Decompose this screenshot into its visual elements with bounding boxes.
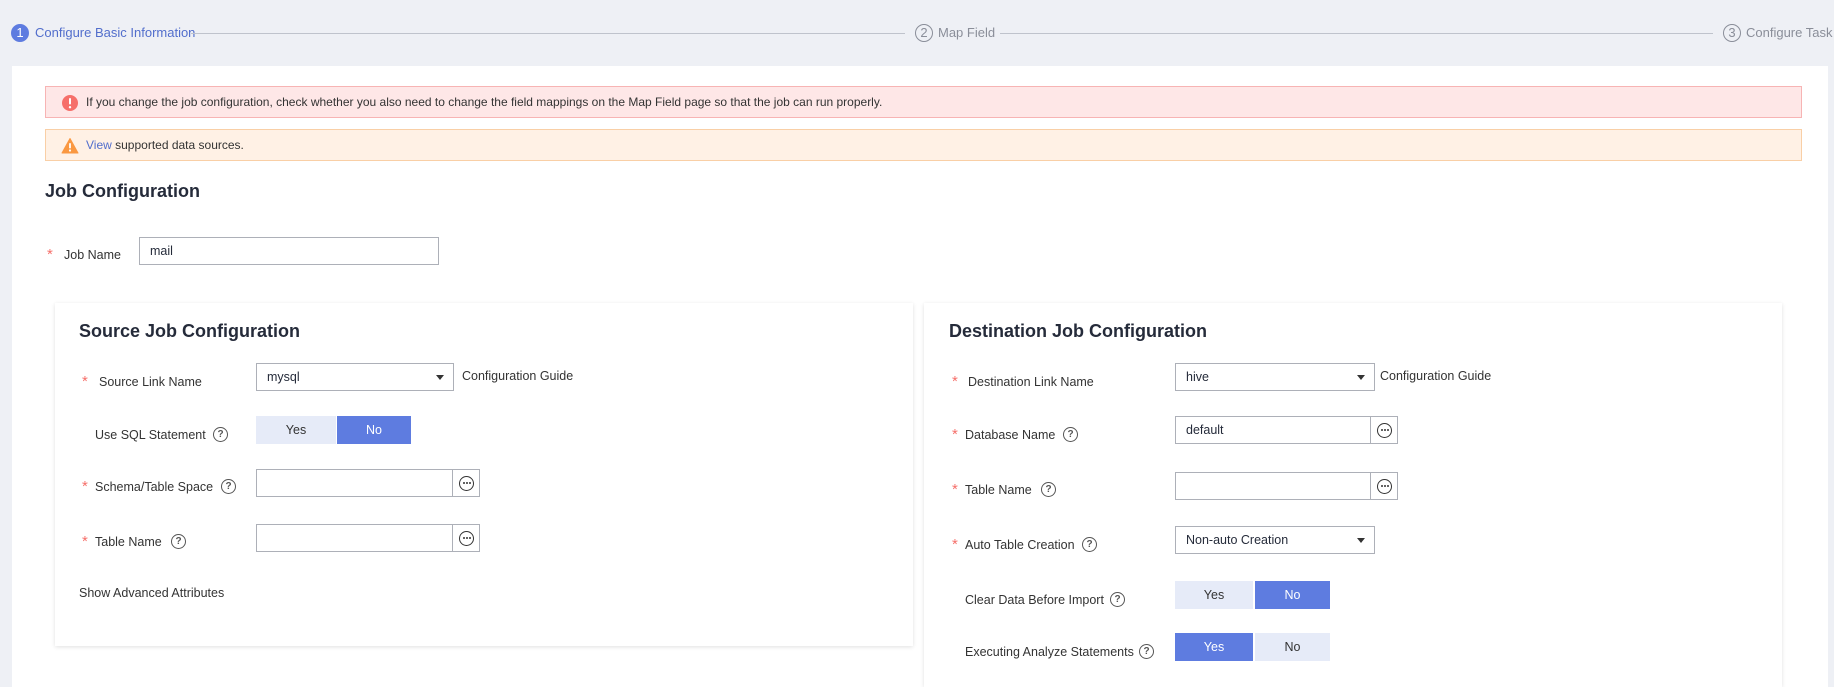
source-link-name-label: Source Link Name: [99, 375, 202, 389]
database-name-label: Database Name: [965, 428, 1056, 442]
source-link-name-value: mysql: [267, 370, 300, 384]
job-configuration-title: Job Configuration: [45, 181, 200, 201]
analyze-yes-button[interactable]: Yes: [1175, 633, 1253, 661]
help-circle-icon[interactable]: ?: [1082, 537, 1097, 552]
required-mark: *: [82, 478, 88, 495]
clear-data-yes-button[interactable]: Yes: [1175, 581, 1253, 609]
auto-table-creation-label: Auto Table Creation: [965, 538, 1075, 552]
chevron-down-icon: [1357, 538, 1365, 543]
database-name-input[interactable]: default: [1175, 416, 1371, 444]
required-mark: *: [952, 426, 958, 443]
destination-link-name-label: Destination Link Name: [968, 375, 1094, 389]
clear-data-before-import-label: Clear Data Before Import: [965, 593, 1104, 607]
destination-table-name-label: Table Name: [965, 483, 1032, 497]
source-table-select-button[interactable]: [453, 524, 480, 552]
source-link-name-select[interactable]: mysql: [256, 363, 454, 391]
destination-link-name-value: hive: [1186, 370, 1209, 384]
source-table-name-input[interactable]: [256, 524, 453, 552]
analyze-no-button[interactable]: No: [1255, 633, 1330, 661]
destination-configuration-guide-link[interactable]: Configuration Guide: [1380, 368, 1491, 384]
required-mark: *: [952, 373, 958, 390]
help-circle-icon[interactable]: ?: [1110, 592, 1125, 607]
show-advanced-attributes-link[interactable]: Show Advanced Attributes: [79, 585, 224, 601]
step-1-label[interactable]: Configure Basic Information: [35, 24, 195, 42]
job-name-input[interactable]: mail: [139, 237, 439, 265]
destination-job-title: Destination Job Configuration: [949, 321, 1207, 341]
chevron-down-icon: [436, 375, 444, 380]
destination-table-select-button[interactable]: [1371, 472, 1398, 500]
source-table-name-label: Table Name: [95, 535, 162, 549]
schema-table-space-label: Schema/Table Space: [95, 480, 214, 494]
help-circle-icon[interactable]: ?: [171, 534, 186, 549]
executing-analyze-statements-label: Executing Analyze Statements: [965, 645, 1134, 659]
auto-table-creation-select[interactable]: Non-auto Creation: [1175, 526, 1375, 554]
database-select-button[interactable]: [1371, 416, 1398, 444]
required-mark: *: [82, 373, 88, 390]
schema-select-button[interactable]: [453, 469, 480, 497]
source-configuration-guide-link[interactable]: Configuration Guide: [462, 368, 573, 384]
chevron-down-icon: [1357, 375, 1365, 380]
warning-alert-text: supported data sources.: [111, 138, 244, 152]
clear-data-no-button[interactable]: No: [1255, 581, 1330, 609]
help-circle-icon[interactable]: ?: [1041, 482, 1056, 497]
help-circle-icon[interactable]: ?: [1063, 427, 1078, 442]
more-dots-icon: [1377, 423, 1392, 438]
use-sql-yes-button[interactable]: Yes: [256, 416, 336, 444]
job-name-label: Job Name: [64, 248, 121, 262]
step-3-label[interactable]: Configure Task: [1746, 24, 1832, 42]
step-connector: [1000, 33, 1713, 34]
more-dots-icon: [1377, 479, 1392, 494]
step-2-label[interactable]: Map Field: [938, 24, 995, 42]
step-3-number: 3: [1723, 24, 1741, 42]
auto-table-creation-value: Non-auto Creation: [1186, 533, 1289, 547]
schema-table-space-input[interactable]: [256, 469, 453, 497]
destination-table-name-input[interactable]: [1175, 472, 1371, 500]
more-dots-icon: [459, 531, 474, 546]
required-mark: *: [82, 533, 88, 550]
step-2-number: 2: [915, 24, 933, 42]
step-connector: [191, 33, 905, 34]
more-dots-icon: [459, 476, 474, 491]
error-alert: If you change the job configuration, che…: [45, 86, 1802, 118]
destination-link-name-select[interactable]: hive: [1175, 363, 1375, 391]
warning-alert: View supported data sources.: [45, 129, 1802, 161]
error-alert-text: If you change the job configuration, che…: [86, 95, 883, 109]
required-mark: *: [952, 536, 958, 553]
required-mark: *: [47, 246, 53, 263]
warning-triangle-icon: [61, 138, 79, 154]
help-circle-icon[interactable]: ?: [1139, 644, 1154, 659]
help-circle-icon[interactable]: ?: [221, 479, 236, 494]
use-sql-no-button[interactable]: No: [337, 416, 411, 444]
view-data-sources-link[interactable]: View: [86, 138, 112, 152]
source-job-title: Source Job Configuration: [79, 321, 301, 341]
use-sql-statement-label: Use SQL Statement: [95, 428, 206, 442]
step-1-number: 1: [11, 24, 29, 42]
required-mark: *: [952, 481, 958, 498]
error-circle-icon: [62, 95, 78, 111]
help-circle-icon[interactable]: ?: [213, 427, 228, 442]
